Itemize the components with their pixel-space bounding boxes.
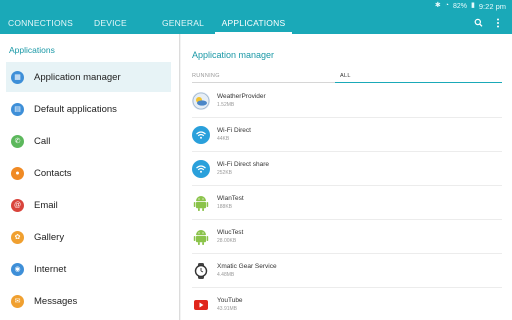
app-row-wluctest[interactable]: WlucTest 28.00KB [192,220,502,254]
wifi-icon [192,160,210,178]
app-size: 28.00KB [217,238,237,244]
tab-applications[interactable]: APPLICATIONS [215,12,292,34]
messages-icon: ✉ [11,294,24,308]
battery-icon: ▮ [471,2,475,9]
menu-item-label: Gallery [34,231,65,243]
status-indicators: ✱ ◔ 82% ▮ 9:22 pm [435,1,506,11]
weather-icon [192,92,210,110]
android-icon [192,194,210,212]
app-grid-icon: ▦ [11,70,24,84]
default-apps-icon: ▤ [11,102,24,116]
settings-tab-bar: CONNECTIONS DEVICE GENERAL APPLICATIONS [0,12,512,34]
android-icon [192,228,210,246]
page-title: Application manager [192,50,275,60]
app-name: YouTube [217,297,243,304]
app-name: WlucTest [217,229,244,236]
menu-item-email[interactable]: @ Email [6,190,171,220]
app-size: 252KB [217,170,233,176]
gear-watch-icon [192,262,210,280]
app-filter-tabs: RUNNING ALL [192,73,502,83]
menu-item-default-applications[interactable]: ▤ Default applications [6,94,171,124]
tab-device[interactable]: DEVICE [94,12,127,34]
applications-menu-pane: Applications ▦ Application manager ▤ Def… [0,34,180,320]
app-size: 44KB [217,136,230,142]
battery-percent: 82% [453,2,468,10]
active-subtab-indicator [335,82,502,83]
application-manager-pane: Application manager RUNNING ALL WeatherP… [181,34,512,320]
status-bar: ✱ ◔ 82% ▮ 9:22 pm [0,0,512,12]
youtube-icon [192,296,210,314]
menu-item-label: Application manager [34,71,121,83]
app-row-youtube[interactable]: YouTube 43.91MB [192,288,502,320]
menu-item-contacts[interactable]: ● Contacts [6,158,171,188]
menu-item-label: Call [34,135,51,147]
menu-item-application-manager[interactable]: ▦ Application manager [6,62,171,92]
app-row-wifi-direct-share[interactable]: Wi-Fi Direct share 252KB [192,152,502,186]
menu-item-label: Messages [34,295,78,307]
phone-icon: ✆ [11,134,24,148]
app-name: WlanTest [217,195,244,202]
tab-connections[interactable]: CONNECTIONS [8,12,73,34]
app-name: Wi-Fi Direct share [217,161,270,168]
contacts-icon: ● [11,166,24,180]
app-name: Wi-Fi Direct [217,127,251,134]
menu-item-label: Email [34,199,58,211]
menu-item-internet[interactable]: ◉ Internet [6,254,171,284]
app-name: Xmatic Gear Service [217,263,277,270]
menu-item-label: Default applications [34,103,117,115]
app-row-wlantest[interactable]: WlanTest 188KB [192,186,502,220]
app-size: 4.48MB [217,272,235,278]
gallery-icon: ✿ [11,230,24,244]
status-time: 9:22 pm [478,1,506,11]
subtab-running[interactable]: RUNNING [192,73,220,79]
menu-item-label: Contacts [34,167,72,179]
email-icon: @ [11,198,24,212]
app-row-xmatic-gear-service[interactable]: Xmatic Gear Service 4.48MB [192,254,502,288]
subtab-all[interactable]: ALL [340,73,351,79]
app-row-weatherprovider[interactable]: WeatherProvider 1.52MB [192,84,502,118]
search-icon[interactable] [474,12,483,34]
app-size: 43.91MB [217,306,238,312]
wifi-signal-icon: ◔ [444,2,450,9]
app-name: WeatherProvider [217,93,266,100]
app-size: 188KB [217,204,233,210]
menu-item-label: Internet [34,263,67,275]
more-options-icon[interactable] [496,12,500,34]
tab-general[interactable]: GENERAL [162,12,204,34]
app-size: 1.52MB [217,102,235,108]
menu-item-call[interactable]: ✆ Call [6,126,171,156]
section-title: Applications [9,45,55,55]
menu-item-gallery[interactable]: ✿ Gallery [6,222,171,252]
menu-item-messages[interactable]: ✉ Messages [6,286,171,316]
app-row-wifi-direct[interactable]: Wi-Fi Direct 44KB [192,118,502,152]
wifi-icon [192,126,210,144]
bluetooth-icon: ✱ [434,2,441,9]
internet-icon: ◉ [11,262,24,276]
